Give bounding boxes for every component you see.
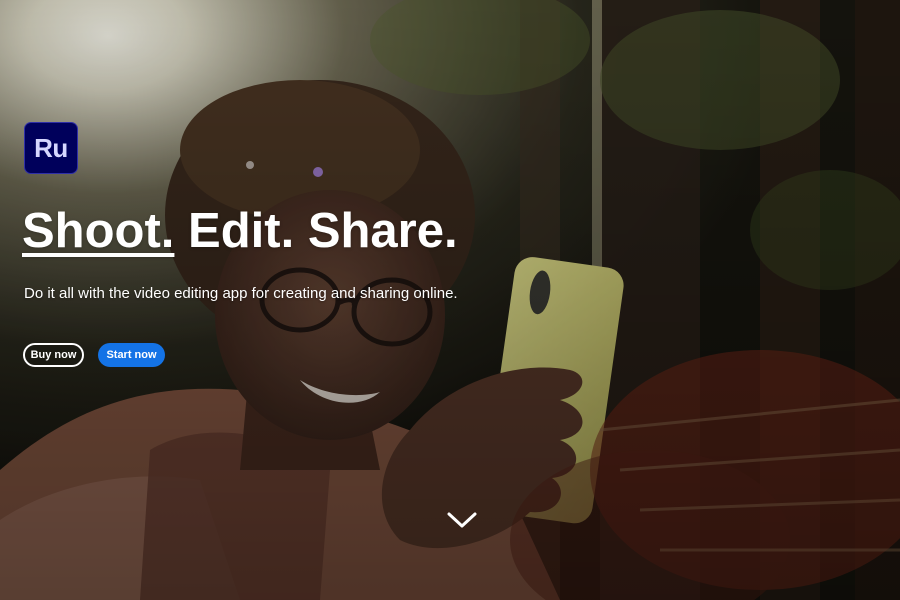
app-badge-text: Ru xyxy=(34,132,68,163)
hero-headline: Shoot. Edit. Share. xyxy=(22,198,458,264)
buy-now-button[interactable]: Buy now xyxy=(23,343,84,367)
chevron-down-icon[interactable] xyxy=(446,508,478,530)
start-now-button[interactable]: Start now xyxy=(98,343,165,367)
headline-shoot: Shoot. xyxy=(22,204,175,258)
hero-section: Ru Shoot. Edit. Share. Do it all with th… xyxy=(0,0,900,600)
hero-subheading: Do it all with the video editing app for… xyxy=(24,285,458,302)
headline-edit-share: Edit. Share. xyxy=(188,204,458,258)
premiere-rush-logo[interactable]: Ru xyxy=(24,122,78,174)
